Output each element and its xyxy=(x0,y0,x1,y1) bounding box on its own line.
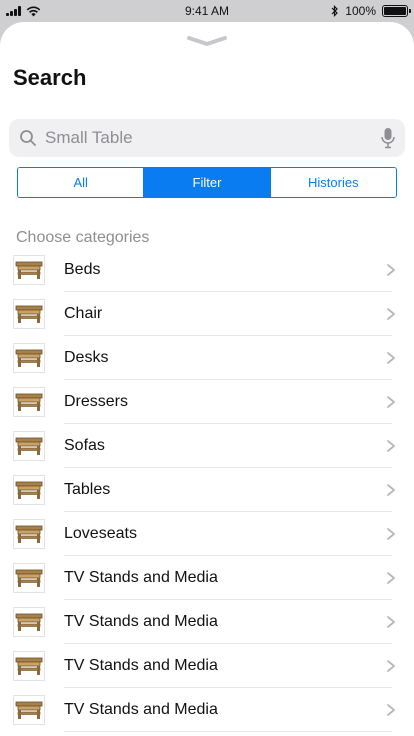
page-title: Search xyxy=(13,65,87,90)
chevron-right-icon xyxy=(384,483,398,497)
table-thumbnail-icon xyxy=(13,519,45,549)
chevron-right-icon xyxy=(384,351,398,365)
search-input[interactable] xyxy=(45,128,381,148)
search-sheet: Search All Filter Histories Choose categ… xyxy=(0,22,414,736)
list-item-label: Dressers xyxy=(64,393,129,410)
table-thumbnail-icon xyxy=(13,343,45,373)
category-list: Beds Chair Desks Dressers Sofas Tables Lovesea… xyxy=(0,248,414,732)
chevron-right-icon xyxy=(384,571,398,585)
chevron-right-icon xyxy=(384,615,398,629)
battery-percent: 100% xyxy=(345,4,376,18)
list-item-label: TV Stands and Media xyxy=(64,657,218,674)
list-item-label: Loveseats xyxy=(64,525,137,542)
chevron-right-icon xyxy=(384,307,398,321)
status-time: 9:41 AM xyxy=(184,4,230,18)
section-header: Choose categories xyxy=(16,229,150,246)
segmented-control: All Filter Histories xyxy=(17,167,397,198)
chevron-down-icon[interactable] xyxy=(187,34,227,48)
search-icon xyxy=(20,130,36,146)
battery-icon xyxy=(382,5,411,17)
list-item-label: Chair xyxy=(64,305,103,322)
status-right: 100% xyxy=(268,4,411,18)
status-left xyxy=(6,6,146,17)
signal-icon xyxy=(6,6,21,16)
list-item-label: TV Stands and Media xyxy=(64,613,218,630)
list-item[interactable]: TV Stands and Media xyxy=(0,600,414,644)
table-thumbnail-icon xyxy=(13,387,45,417)
list-item[interactable]: Chair xyxy=(0,292,414,336)
table-thumbnail-icon xyxy=(13,563,45,593)
segment-all[interactable]: All xyxy=(18,168,145,197)
list-item[interactable]: Dressers xyxy=(0,380,414,424)
bluetooth-icon xyxy=(331,5,339,17)
table-thumbnail-icon xyxy=(13,695,45,725)
table-thumbnail-icon xyxy=(13,607,45,637)
list-item-label: TV Stands and Media xyxy=(64,569,218,586)
chevron-right-icon xyxy=(384,439,398,453)
list-item[interactable]: TV Stands and Media xyxy=(0,556,414,600)
list-item[interactable]: Loveseats xyxy=(0,512,414,556)
list-item-label: Tables xyxy=(64,481,111,498)
table-thumbnail-icon xyxy=(13,431,45,461)
table-thumbnail-icon xyxy=(13,651,45,681)
chevron-right-icon xyxy=(384,395,398,409)
list-item[interactable]: Sofas xyxy=(0,424,414,468)
chevron-right-icon xyxy=(384,659,398,673)
segment-histories[interactable]: Histories xyxy=(270,168,396,197)
list-item[interactable]: TV Stands and Media xyxy=(0,644,414,688)
list-item-label: TV Stands and Media xyxy=(64,701,218,718)
table-thumbnail-icon xyxy=(13,255,45,285)
table-thumbnail-icon xyxy=(13,475,45,505)
microphone-icon[interactable] xyxy=(381,127,395,149)
status-bar: 9:41 AM 100% xyxy=(0,0,414,22)
list-item-label: Sofas xyxy=(64,437,105,454)
list-item-label: Beds xyxy=(64,261,101,278)
chevron-right-icon xyxy=(384,527,398,541)
segment-filter[interactable]: Filter xyxy=(144,168,271,197)
search-bar[interactable] xyxy=(9,119,405,157)
list-item[interactable]: Tables xyxy=(0,468,414,512)
table-thumbnail-icon xyxy=(13,299,45,329)
list-item[interactable]: Desks xyxy=(0,336,414,380)
list-item[interactable]: Beds xyxy=(0,248,414,292)
list-item[interactable]: TV Stands and Media xyxy=(0,688,414,732)
chevron-right-icon xyxy=(384,703,398,717)
chevron-right-icon xyxy=(384,263,398,277)
list-item-label: Desks xyxy=(64,349,109,366)
wifi-icon xyxy=(26,6,41,16)
